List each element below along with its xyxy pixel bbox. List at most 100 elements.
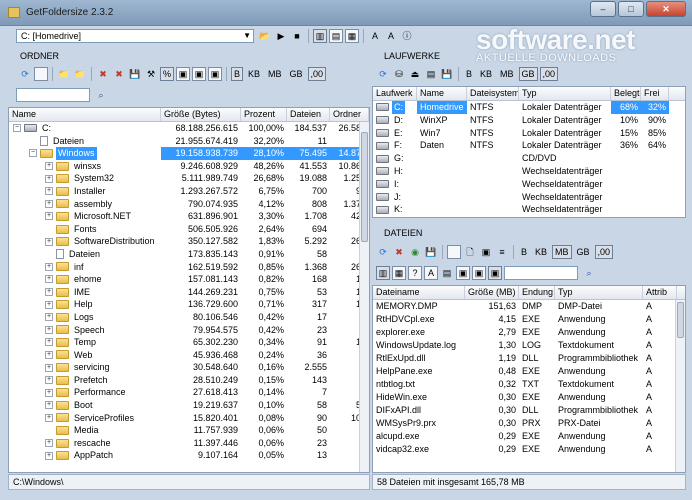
expand-toggle[interactable]: + [45, 300, 53, 309]
col-file-size[interactable]: Größe (MB) [465, 286, 519, 299]
unit-mb-button[interactable]: MB [552, 245, 572, 259]
table-row[interactable]: ntbtlog.txt 0,32 TXT Textdokument A [373, 378, 685, 391]
layout-3-icon[interactable]: ▦ [345, 29, 359, 43]
table-row[interactable]: +AppPatch9.107.1640,05%132 [9, 449, 369, 462]
blank-icon[interactable] [34, 67, 48, 81]
table-row[interactable]: +inf162.519.5920,85%1.368268 [9, 261, 369, 274]
view-3-icon[interactable]: ▣ [208, 67, 222, 81]
col-attributes[interactable]: Attrib [643, 286, 677, 299]
table-row[interactable]: RtlExUpd.dll 1,19 DLL Programmbibliothek A [373, 352, 685, 365]
table-row[interactable]: +Temp65.302.2300,34%9113 [9, 336, 369, 349]
expand-toggle[interactable]: − [29, 149, 37, 158]
expand-toggle[interactable]: + [45, 212, 53, 221]
filter-3-icon[interactable]: ▤ [440, 266, 454, 280]
filter-6-icon[interactable]: ▣ [488, 266, 502, 280]
expand-toggle[interactable]: + [45, 338, 53, 347]
play-icon[interactable]: ▶ [274, 29, 288, 43]
expand-toggle[interactable]: + [45, 388, 53, 397]
delete-icon[interactable]: ✖ [392, 245, 406, 259]
table-row[interactable]: Fonts506.505.9262,64%6940 [9, 223, 369, 236]
unit-b-button[interactable]: B [463, 67, 475, 81]
table-row[interactable]: D: WinXP NTFS Lokaler Datenträger 10% 90% [373, 114, 685, 127]
table-row[interactable]: E: Win7 NTFS Lokaler Datenträger 15% 85% [373, 127, 685, 140]
table-row[interactable]: F: Daten NTFS Lokaler Datenträger 36% 64% [373, 139, 685, 152]
table-row[interactable]: WMSysPr9.prx 0,30 PRX PRX-Datei A [373, 417, 685, 430]
properties-icon[interactable]: ▤ [424, 67, 438, 81]
table-row[interactable]: +ehome157.081.1430,82%16817 [9, 273, 369, 286]
expand-toggle[interactable]: + [45, 363, 53, 372]
expand-toggle[interactable]: − [13, 124, 21, 133]
table-row[interactable]: alcupd.exe 0,29 EXE Anwendung A [373, 430, 685, 443]
table-row[interactable]: +ServiceProfiles15.820.4010,08%90104 [9, 412, 369, 425]
layout-2-icon[interactable]: ▤ [329, 29, 343, 43]
table-row[interactable]: − C: 68.188.256.615 100,00% 184.537 26.583 [9, 122, 369, 135]
col-name[interactable]: Name [9, 108, 161, 121]
folder-search-input[interactable] [16, 88, 90, 102]
expand-toggle[interactable]: + [45, 162, 53, 171]
font-larger-icon[interactable]: A [368, 29, 382, 43]
table-row[interactable]: + System32 5.111.989.749 26,68% 19.088 1.250 [9, 172, 369, 185]
table-row[interactable]: Media11.757.9390,06%500 [9, 424, 369, 437]
expand-toggle[interactable]: + [45, 174, 53, 183]
table-row[interactable]: C: Homedrive NTFS Lokaler Datenträger 68% 32% [373, 101, 685, 114]
table-row[interactable]: WindowsUpdate.log 1,30 LOG Textdokument A [373, 339, 685, 352]
refresh-icon[interactable]: ⟳ [376, 245, 390, 259]
table-row[interactable]: DIFxAPI.dll 0,30 DLL Programmbibliothek A [373, 404, 685, 417]
unit-gb-button[interactable]: GB [574, 245, 593, 259]
table-row[interactable]: I: Wechseldatenträger [373, 178, 685, 191]
refresh-icon[interactable]: ⟳ [376, 67, 390, 81]
unit-b-button[interactable]: B [231, 67, 244, 81]
col-percent[interactable]: Prozent [241, 108, 287, 121]
table-row[interactable]: − Windows 19.158.938.739 28,10% 75.495 14.870 [9, 147, 369, 160]
scrollbar-thumb[interactable] [361, 132, 368, 242]
filter-4-icon[interactable]: ▣ [456, 266, 470, 280]
unit-kb-button[interactable]: KB [532, 245, 550, 259]
view-1-icon[interactable] [447, 245, 461, 259]
table-row[interactable]: explorer.exe 2,79 EXE Anwendung A [373, 326, 685, 339]
col-filename[interactable]: Dateiname [373, 286, 465, 299]
table-row[interactable]: vidcap32.exe 0,29 EXE Anwendung A [373, 443, 685, 456]
stop-icon[interactable]: ■ [290, 29, 304, 43]
table-row[interactable]: HideWin.exe 0,30 EXE Anwendung A [373, 391, 685, 404]
expand-toggle[interactable]: + [45, 439, 53, 448]
col-size[interactable]: Größe (Bytes) [161, 108, 241, 121]
table-row[interactable]: +rescache11.397.4460,06%232 [9, 437, 369, 450]
binoculars-icon[interactable]: ⌕ [582, 266, 596, 280]
refresh-icon[interactable]: ⟳ [18, 67, 32, 81]
table-row[interactable]: H: Wechseldatenträger [373, 165, 685, 178]
col-extension[interactable]: Endung [519, 286, 555, 299]
table-row[interactable]: +Logs80.106.5460,42%173 [9, 311, 369, 324]
decimals-button[interactable]: ,00 [539, 67, 559, 81]
table-row[interactable]: +Boot19.219.6370,10%5852 [9, 399, 369, 412]
expand-toggle[interactable]: + [45, 325, 53, 334]
image-icon[interactable]: ▣ [479, 245, 493, 259]
table-row[interactable]: +Web45.936.4680,24%361 [9, 349, 369, 362]
unit-kb-button[interactable]: KB [245, 67, 263, 81]
list-icon[interactable]: ≡ [495, 245, 509, 259]
col-drive[interactable]: Laufwerk [373, 87, 417, 100]
table-row[interactable]: Dateien 21.955.674.419 32,20% 11 [9, 135, 369, 148]
save-icon[interactable]: 💾 [424, 245, 438, 259]
folder-dropdown-icon[interactable]: 📁 [73, 67, 87, 81]
preview-icon[interactable]: 🗋 [463, 245, 477, 259]
font-smaller-icon[interactable]: A [384, 29, 398, 43]
minimize-button[interactable]: – [590, 1, 616, 17]
expand-toggle[interactable]: + [45, 199, 53, 208]
folder-icon[interactable]: 📁 [57, 67, 71, 81]
expand-toggle[interactable]: + [45, 275, 53, 284]
close-button[interactable]: ✕ [646, 1, 686, 17]
expand-toggle[interactable]: + [45, 401, 53, 410]
unit-gb-button[interactable]: GB [518, 67, 538, 81]
table-row[interactable]: +Microsoft.NET631.896.9013,30%1.708424 [9, 210, 369, 223]
filter-a-icon[interactable]: A [424, 266, 438, 280]
expand-toggle[interactable]: + [45, 413, 53, 422]
col-files[interactable]: Dateien [287, 108, 330, 121]
table-row[interactable]: +Performance27.618.4130,14%72 [9, 386, 369, 399]
table-row[interactable]: Dateien 173.835.143 0,91% 58 [9, 248, 369, 261]
col-type[interactable]: Typ [519, 87, 611, 100]
delete-all-icon[interactable]: ✖ [112, 67, 126, 81]
expand-toggle[interactable]: + [45, 262, 53, 271]
table-row[interactable]: G: CD/DVD [373, 152, 685, 165]
files-scrollbar[interactable] [675, 300, 685, 472]
expand-toggle[interactable]: + [45, 237, 53, 246]
